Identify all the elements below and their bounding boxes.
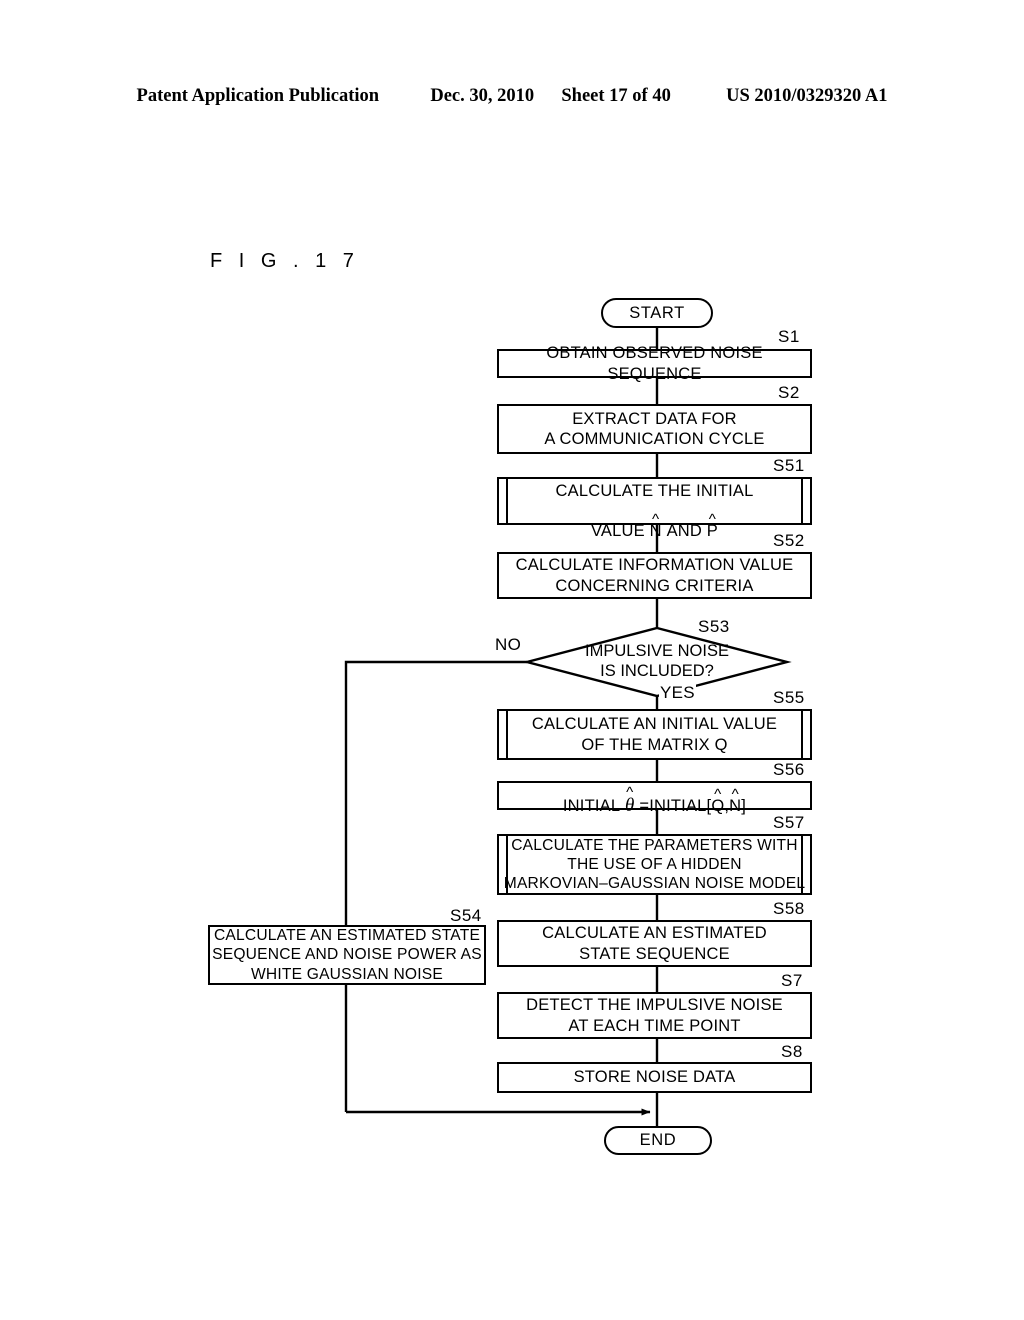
process-box-s56: INITIAL ^ θ =INITIAL[^ Q, ^ N] [497, 781, 812, 816]
s51-line1: CALCULATE THE INITIAL [555, 481, 754, 500]
predefined-process-text-s57: CALCULATE THE PARAMETERS WITH THE USE OF… [503, 836, 806, 893]
s56-symbol-n: ^ N [729, 785, 742, 815]
process-text-s52: CALCULATE INFORMATION VALUE CONCERNING C… [515, 556, 794, 595]
process-text-s56: INITIAL ^ θ =INITIAL[^ Q, ^ N] [563, 774, 746, 818]
predefined-process-box-s57: CALCULATE THE PARAMETERS WITH THE USE OF… [497, 834, 812, 895]
predefined-process-text-s55: CALCULATE AN INITIAL VALUE OF THE MATRIX… [531, 715, 778, 754]
step-tag-s58: S58 [773, 899, 805, 918]
process-text-s54: CALCULATE AN ESTIMATED STATE SEQUENCE AN… [212, 927, 482, 983]
s56-symbol-q: ^ Q [711, 785, 725, 815]
predefined-process-text-s51: CALCULATE THE INITIAL VALUE ^ N AND ^ P [556, 460, 754, 542]
process-text-s1: OBTAIN OBSERVED NOISE SEQUENCE [546, 344, 763, 383]
step-tag-s55: S55 [773, 688, 805, 707]
flowchart-connectors [344, 326, 792, 1126]
s56-symbol-theta: ^ θ [625, 783, 635, 816]
step-tag-s57: S57 [773, 813, 805, 832]
step-tag-s52: S52 [773, 531, 805, 550]
process-text-s8: STORE NOISE DATA [573, 1068, 736, 1087]
step-tag-s7: S7 [781, 971, 803, 990]
process-box-s7: DETECT THE IMPULSIVE NOISE AT EACH TIME … [497, 992, 812, 1039]
step-tag-s51: S51 [773, 456, 805, 475]
s56-equals-initial: =INITIAL[ [639, 796, 712, 815]
step-tag-s8: S8 [781, 1042, 803, 1061]
start-terminator: START [601, 298, 713, 328]
predefined-process-box-s51: CALCULATE THE INITIAL VALUE ^ N AND ^ P [497, 477, 812, 540]
branch-label-yes: YES [659, 683, 696, 703]
process-text-s7: DETECT THE IMPULSIVE NOISE AT EACH TIME … [526, 996, 783, 1035]
s56-initial-word: INITIAL [562, 796, 621, 815]
process-box-s54: CALCULATE AN ESTIMATED STATE SEQUENCE AN… [208, 925, 486, 985]
flowchart-diagram: START S1 OBTAIN OBSERVED NOISE SEQUENCE … [0, 0, 1024, 1320]
s51-symbol-p: ^ P [706, 511, 719, 541]
end-label: END [639, 1131, 677, 1149]
process-box-s52: CALCULATE INFORMATION VALUE CONCERNING C… [497, 552, 812, 599]
process-box-s1: OBTAIN OBSERVED NOISE SEQUENCE [497, 344, 812, 383]
s56-bracket-close: ] [741, 796, 747, 815]
end-terminator: END [604, 1126, 712, 1155]
step-tag-s2: S2 [778, 383, 800, 402]
step-tag-s54: S54 [450, 906, 482, 925]
branch-label-no: NO [494, 635, 523, 655]
decision-text-s53: IMPULSIVE NOISE IS INCLUDED? [585, 642, 729, 681]
process-box-s2: EXTRACT DATA FOR A COMMUNICATION CYCLE [497, 404, 812, 454]
s51-line2a: VALUE [590, 522, 645, 541]
process-box-s58: CALCULATE AN ESTIMATED STATE SEQUENCE [497, 920, 812, 967]
process-text-s2: EXTRACT DATA FOR A COMMUNICATION CYCLE [544, 409, 765, 448]
s51-line2b: AND [666, 522, 702, 541]
s51-symbol-n: ^ N [649, 511, 662, 541]
step-tag-s56: S56 [773, 760, 805, 779]
predefined-process-box-s55: CALCULATE AN INITIAL VALUE OF THE MATRIX… [497, 709, 812, 760]
step-tag-s53: S53 [698, 617, 730, 636]
start-label: START [629, 303, 685, 322]
process-box-s8: STORE NOISE DATA [497, 1062, 812, 1093]
process-text-s58: CALCULATE AN ESTIMATED STATE SEQUENCE [542, 924, 767, 963]
